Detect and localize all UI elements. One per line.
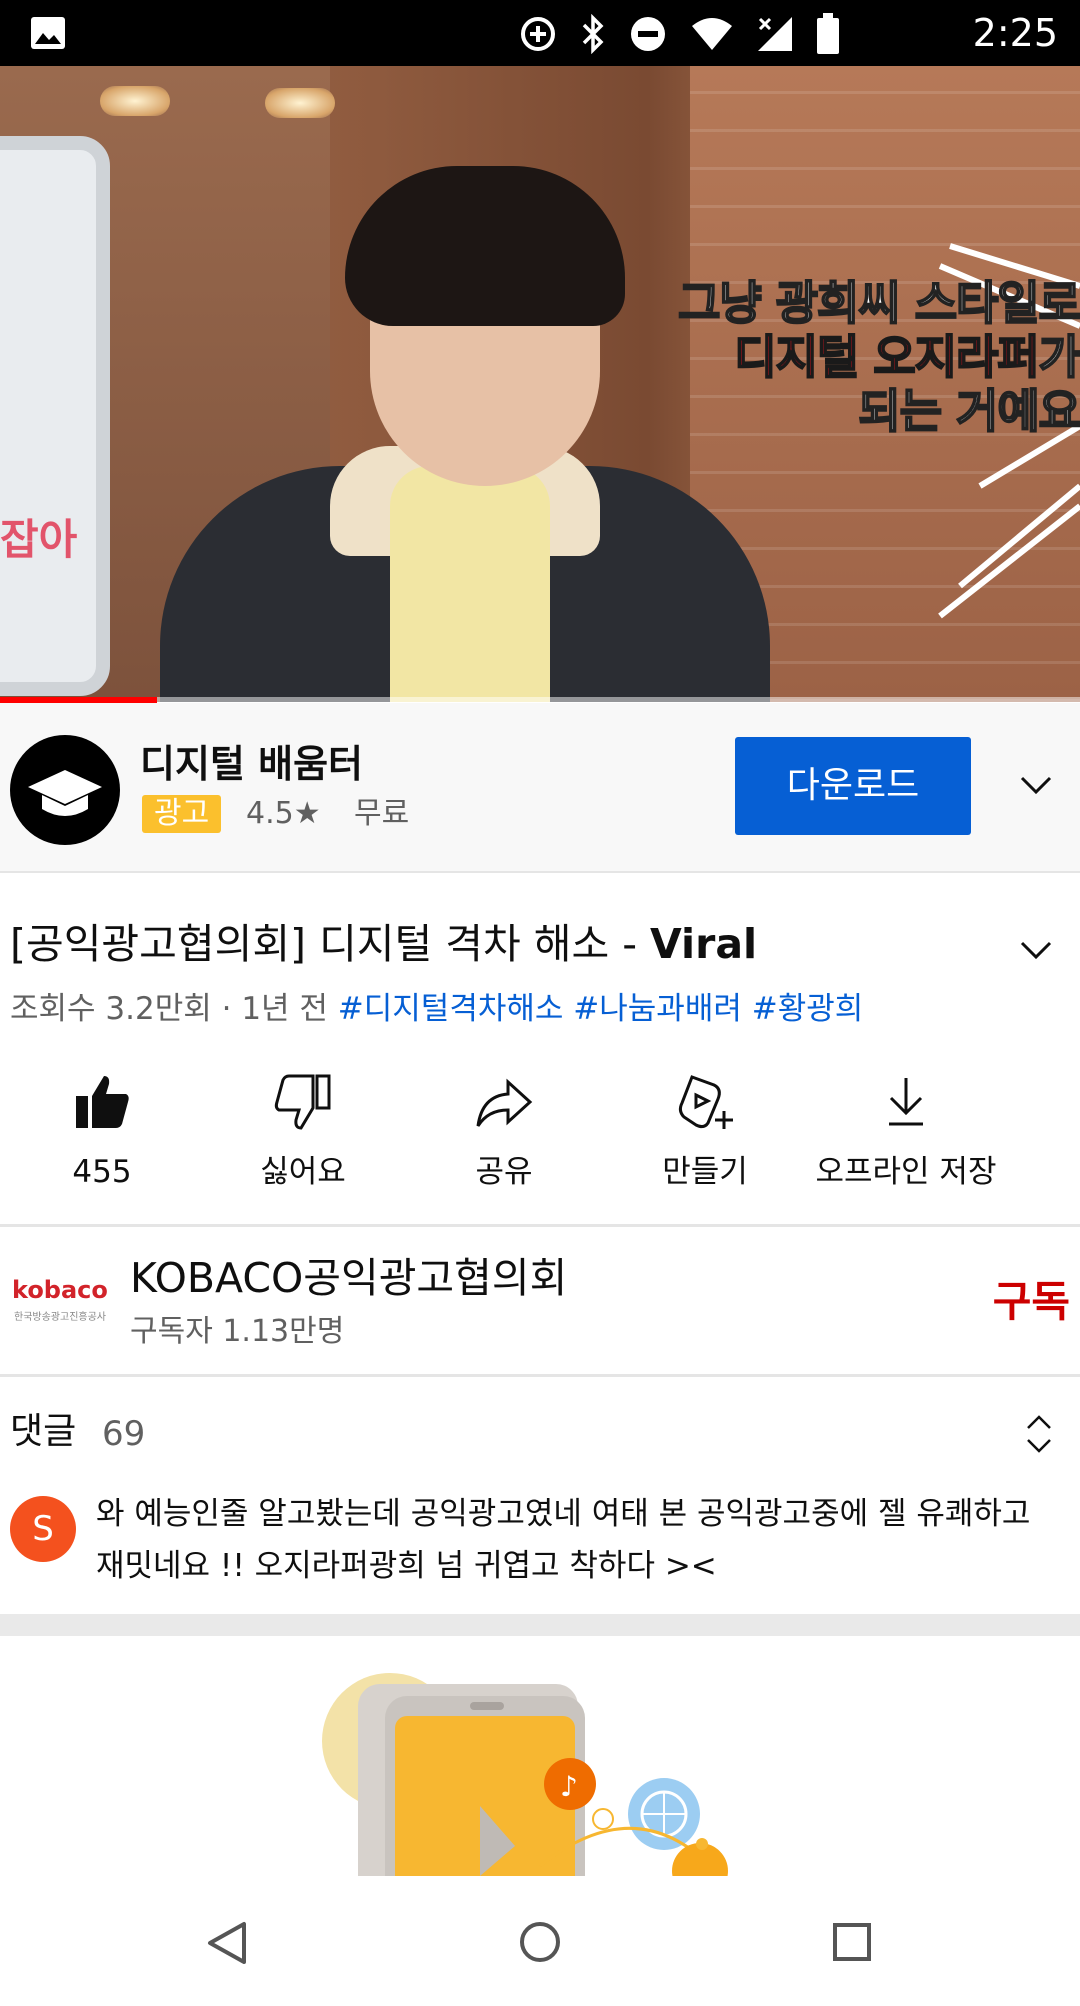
ad-rating: 4.5★: [246, 796, 321, 831]
promo-artwork: ♪: [322, 1673, 728, 1876]
ad-title[interactable]: 디지털 배움터: [140, 733, 363, 788]
comments-section[interactable]: 댓글 69 S 와 예능인줄 알고봤는데 공익광고였네 여태 본 공익광고중에 …: [0, 1378, 1080, 1618]
bluetooth-icon: [582, 14, 604, 54]
battery-icon: [817, 13, 839, 54]
channel-name[interactable]: KOBACO공익광고협의회: [130, 1252, 567, 1304]
channel-avatar[interactable]: kobaco: [12, 1276, 108, 1304]
save-offline-button[interactable]: 오프라인 저장: [806, 1066, 1006, 1192]
status-bar: 2:25: [0, 0, 1080, 66]
do-not-disturb-icon: [631, 17, 665, 51]
video-player[interactable]: 잡아 그냥 광희씨 스타일로 디지털 오지라퍼가 되는 거예요: [0, 66, 1080, 702]
comments-header: 댓글: [10, 1411, 77, 1452]
recents-icon[interactable]: [832, 1922, 872, 1962]
back-icon[interactable]: [206, 1920, 248, 1966]
status-icons: [518, 12, 840, 56]
home-icon[interactable]: [518, 1920, 562, 1964]
ad-app-logo[interactable]: [10, 735, 120, 845]
gallery-icon: [31, 17, 65, 49]
hashtag-link[interactable]: #나눔과배려: [573, 991, 742, 1027]
channel-row[interactable]: kobaco 한국방송광고진흥공사 KOBACO공익광고협의회 구독자 1.13…: [0, 1228, 1080, 1374]
ad-banner[interactable]: 디지털 배움터 광고 4.5★ 무료 다운로드: [0, 703, 1080, 873]
download-icon: [889, 1078, 923, 1126]
ad-badge: 광고: [142, 795, 222, 833]
expand-collapse-icon[interactable]: [1024, 1412, 1054, 1456]
hashtag-link[interactable]: #디지털격차해소: [338, 991, 564, 1027]
promo-illustration: ♪: [0, 1636, 1080, 1876]
hashtag-link[interactable]: #황광희: [752, 991, 864, 1027]
action-bar: 455 싫어요 공유 만들기 오프라인 저장: [0, 1066, 1080, 1206]
video-caption: 그냥 광희씨 스타일로 디지털 오지라퍼가 되는 거예요: [677, 275, 1080, 439]
subscribe-button[interactable]: 구독: [993, 1276, 1070, 1328]
create-icon: [678, 1075, 733, 1129]
video-meta: 조회수 3.2만회 · 1년 전 #디지털격차해소 #나눔과배려 #황광희: [10, 991, 864, 1027]
ad-price: 무료: [354, 796, 410, 831]
svg-text:♪: ♪: [560, 1770, 578, 1803]
ad-download-button[interactable]: 다운로드: [735, 737, 971, 835]
expand-description-icon[interactable]: [1016, 930, 1056, 970]
channel-avatar-subtext: 한국방송광고진흥공사: [14, 1312, 106, 1323]
android-nav-bar: [0, 1876, 1080, 2006]
kiosk-text: 잡아: [0, 515, 78, 564]
status-clock: 2:25: [972, 11, 1058, 55]
dislike-button[interactable]: 싫어요: [203, 1066, 403, 1192]
subscriber-count: 구독자 1.13만명: [130, 1314, 345, 1349]
thumbs-down-icon: [274, 1074, 331, 1130]
share-icon: [476, 1078, 533, 1127]
like-button[interactable]: 455: [2, 1066, 202, 1192]
data-saver-icon: [521, 17, 555, 51]
comments-count: 69: [102, 1414, 146, 1454]
comment-text: 와 예능인줄 알고봤는데 공익광고였네 여태 본 공익광고중에 젤 유쾌하고 재…: [96, 1496, 1031, 1584]
create-button[interactable]: 만들기: [605, 1066, 805, 1192]
share-button[interactable]: 공유: [404, 1066, 604, 1192]
thumbs-up-icon: [76, 1076, 129, 1128]
chevron-down-icon[interactable]: [1016, 765, 1056, 805]
video-title[interactable]: [공익광고협의회] 디지털 격차 해소 - Viral: [10, 918, 757, 970]
wifi-icon: [692, 18, 732, 50]
commenter-avatar[interactable]: S: [10, 1496, 76, 1562]
kiosk-machine: [0, 136, 110, 696]
graduation-cap-icon: [28, 770, 102, 816]
signal-icon: [758, 17, 792, 51]
